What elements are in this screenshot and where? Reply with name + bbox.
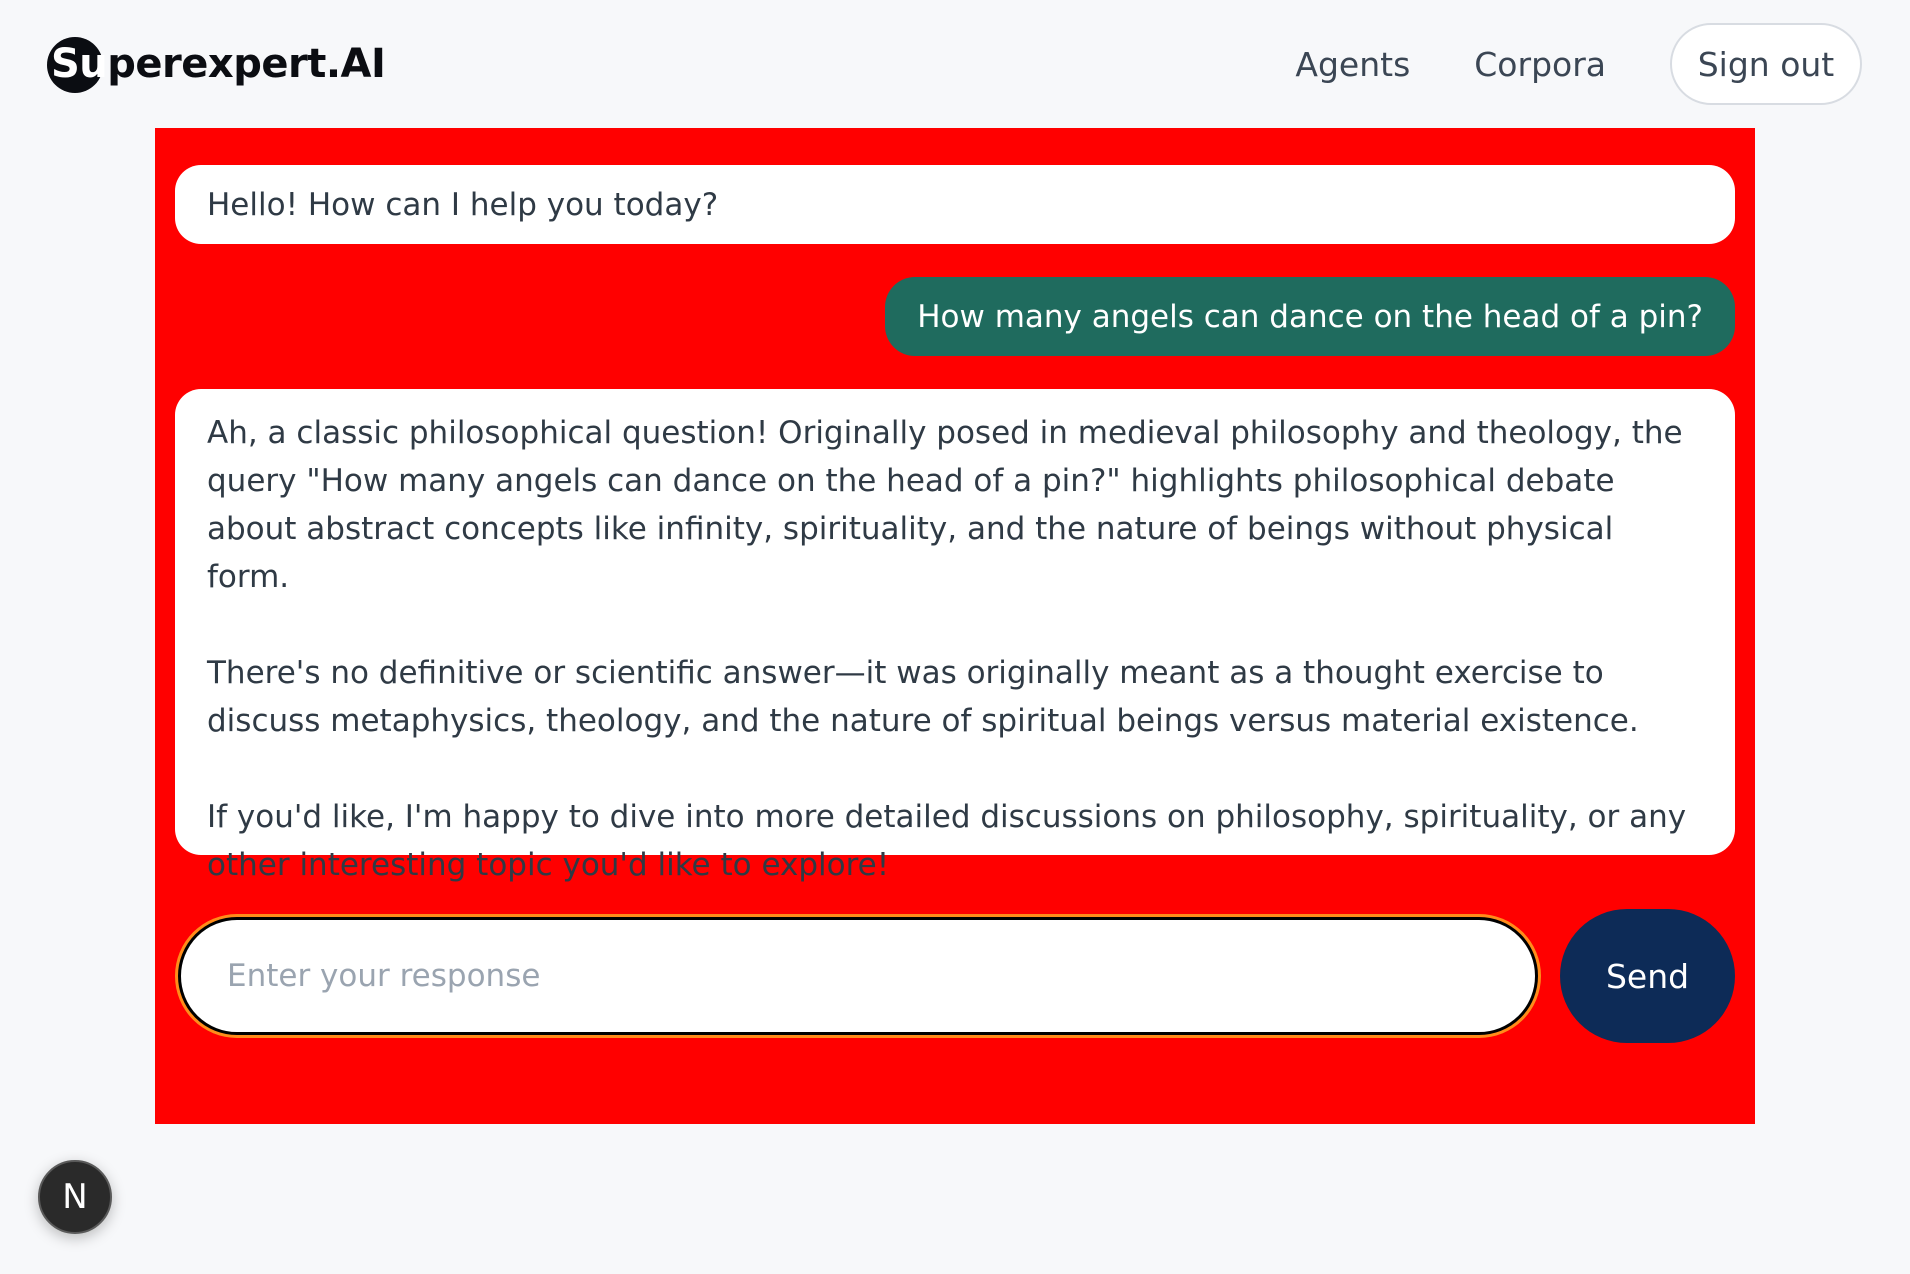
main-nav: Agents Corpora Sign out	[1295, 22, 1862, 106]
chat-panel: Hello! How can I help you today? How man…	[155, 128, 1755, 1124]
response-input[interactable]	[178, 917, 1538, 1035]
logo-mark-text: Su	[51, 41, 108, 87]
nextjs-dev-badge-icon[interactable]: N	[38, 1160, 112, 1234]
answer-paragraph-1: Ah, a classic philosophical question! Or…	[207, 415, 1683, 595]
sign-out-button[interactable]: Sign out	[1670, 23, 1862, 105]
assistant-greeting-message: Hello! How can I help you today?	[175, 165, 1735, 244]
answer-paragraph-3: If you'd like, I'm happy to dive into mo…	[207, 799, 1687, 883]
user-message-text: How many angels can dance on the head of…	[917, 298, 1703, 335]
assistant-answer-message: Ah, a classic philosophical question! Or…	[175, 389, 1735, 883]
nav-corpora-link[interactable]: Corpora	[1474, 45, 1606, 84]
nav-agents-link[interactable]: Agents	[1295, 45, 1410, 84]
send-button[interactable]: Send	[1560, 909, 1735, 1043]
answer-paragraph-2: There's no definitive or scientific answ…	[207, 655, 1639, 739]
top-header: Su perexpert.AI Agents Corpora Sign out	[0, 0, 1910, 128]
assistant-greeting-text: Hello! How can I help you today?	[207, 186, 719, 223]
logo-mark: Su	[47, 34, 108, 94]
response-input-wrapper	[175, 914, 1541, 1038]
user-message: How many angels can dance on the head of…	[885, 277, 1735, 356]
brand-logo[interactable]: Su perexpert.AI	[47, 34, 386, 94]
logo-text: perexpert.AI	[107, 41, 386, 87]
